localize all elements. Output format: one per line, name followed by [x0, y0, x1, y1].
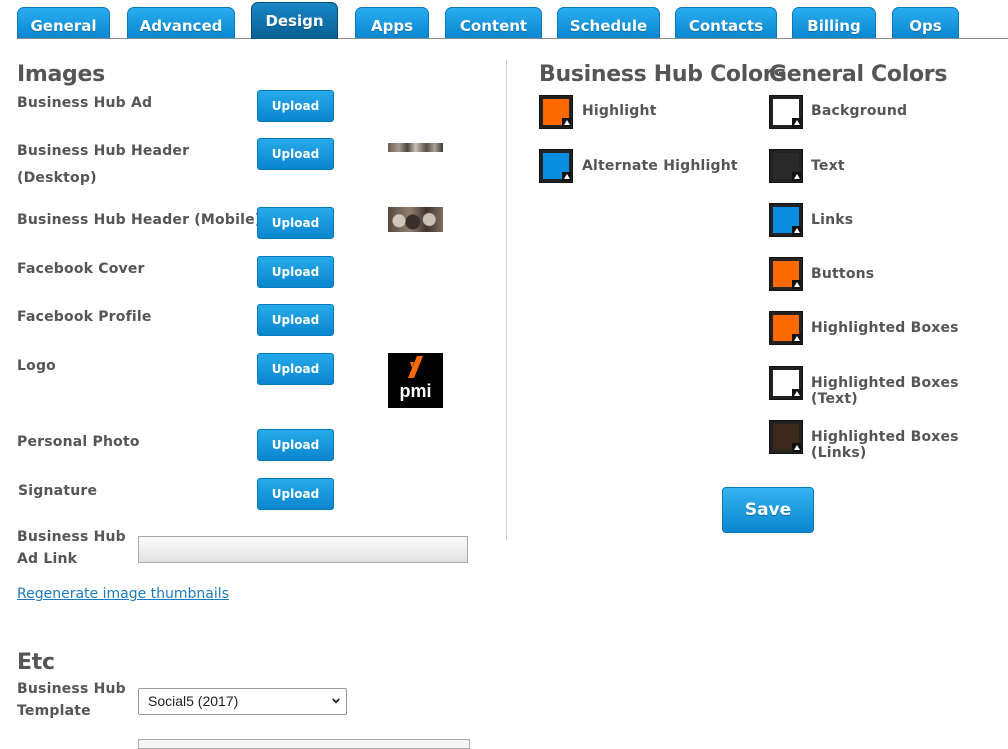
highlighted-boxes-text-color-swatch[interactable] [769, 366, 803, 400]
triangle-up-icon [794, 174, 800, 179]
pmi-logo-icon [408, 356, 423, 378]
highlighted-boxes-links-color-label: Highlighted Boxes (Links) [811, 429, 959, 461]
swatch-corner [792, 226, 801, 235]
background-color-label: Background [811, 103, 908, 119]
template-select[interactable]: Social5 (2017) [138, 688, 347, 715]
swatch-corner [792, 443, 801, 452]
triangle-up-icon [564, 120, 570, 125]
triangle-up-icon [794, 282, 800, 287]
triangle-up-icon [794, 391, 800, 396]
template-selected-value: Social5 (2017) [148, 693, 239, 709]
highlighted-boxes-color-label: Highlighted Boxes [811, 320, 959, 336]
tab-advanced[interactable]: Advanced [127, 7, 235, 38]
logo-text: pmi [399, 381, 432, 401]
triangle-up-icon [794, 336, 800, 341]
buttons-color-label: Buttons [811, 266, 875, 282]
etc-heading: Etc [17, 650, 55, 675]
header-desktop-thumbnail [388, 143, 443, 152]
label-line: Template [17, 703, 91, 719]
signature-label: Signature [18, 483, 98, 499]
label-line: Business Hub [17, 529, 126, 545]
business-hub-header-desktop-label: Business Hub Header (Desktop) [17, 140, 189, 189]
facebook-profile-label: Facebook Profile [17, 309, 152, 325]
general-colors-heading: General Colors [769, 62, 948, 87]
swatch-corner [792, 389, 801, 398]
images-heading: Images [17, 62, 105, 87]
tab-contacts[interactable]: Contacts [675, 7, 777, 38]
label-line: Business Hub [17, 681, 126, 697]
highlighted-boxes-text-color-label: Highlighted Boxes (Text) [811, 375, 959, 407]
upload-personal-photo-button[interactable]: Upload [257, 429, 334, 461]
upload-signature-button[interactable]: Upload [257, 478, 334, 510]
upload-logo-button[interactable]: Upload [257, 353, 334, 385]
personal-photo-label: Personal Photo [17, 434, 140, 450]
swatch-corner [562, 172, 571, 181]
chevron-down-icon [332, 698, 340, 704]
tab-ops[interactable]: Ops [892, 7, 959, 38]
swatch-corner [792, 280, 801, 289]
links-color-swatch[interactable] [769, 203, 803, 237]
next-field-input[interactable] [138, 739, 470, 749]
header-mobile-thumbnail [388, 207, 443, 232]
text-color-label: Text [811, 158, 845, 174]
template-label: Business Hub Template [17, 678, 126, 722]
tab-bar: General Advanced Design Apps Content Sch… [0, 0, 1008, 40]
save-button[interactable]: Save [722, 487, 814, 533]
regenerate-thumbnails-link[interactable]: Regenerate image thumbnails [17, 586, 229, 602]
highlighted-boxes-color-swatch[interactable] [769, 311, 803, 345]
hub-colors-heading: Business Hub Colors [539, 62, 787, 87]
background-color-swatch[interactable] [769, 95, 803, 129]
label-line: (Desktop) [17, 170, 97, 186]
swatch-corner [792, 172, 801, 181]
alternate-highlight-color-label: Alternate Highlight [582, 158, 738, 174]
text-color-swatch[interactable] [769, 149, 803, 183]
triangle-up-icon [564, 174, 570, 179]
column-divider [506, 60, 507, 540]
triangle-up-icon [794, 445, 800, 450]
tab-design[interactable]: Design [251, 2, 338, 39]
tab-content[interactable]: Content [445, 7, 542, 38]
buttons-color-swatch[interactable] [769, 257, 803, 291]
ad-link-input[interactable] [138, 536, 468, 563]
label-line: Business Hub Header [17, 143, 190, 159]
upload-facebook-cover-button[interactable]: Upload [257, 256, 334, 288]
business-hub-ad-label: Business Hub Ad [17, 95, 153, 111]
triangle-up-icon [794, 228, 800, 233]
upload-business-hub-header-desktop-button[interactable]: Upload [257, 138, 334, 170]
label-line: Ad Link [17, 551, 78, 567]
links-color-label: Links [811, 212, 854, 228]
tab-general[interactable]: General [17, 7, 110, 38]
logo-label: Logo [17, 358, 56, 374]
highlight-color-swatch[interactable] [539, 95, 573, 129]
triangle-up-icon [794, 120, 800, 125]
upload-business-hub-header-mobile-button[interactable]: Upload [257, 207, 334, 239]
logo-thumbnail: pmi [388, 353, 443, 408]
highlighted-boxes-links-color-swatch[interactable] [769, 420, 803, 454]
swatch-corner [792, 334, 801, 343]
upload-facebook-profile-button[interactable]: Upload [257, 304, 334, 336]
business-hub-header-mobile-label: Business Hub Header (Mobile) [17, 212, 262, 228]
tab-billing[interactable]: Billing [792, 7, 876, 38]
ad-link-label: Business Hub Ad Link [17, 526, 126, 570]
alternate-highlight-color-swatch[interactable] [539, 149, 573, 183]
tab-apps[interactable]: Apps [355, 7, 429, 38]
swatch-corner [562, 118, 571, 127]
facebook-cover-label: Facebook Cover [17, 261, 145, 277]
upload-business-hub-ad-button[interactable]: Upload [257, 90, 334, 122]
swatch-corner [792, 118, 801, 127]
highlight-color-label: Highlight [582, 103, 657, 119]
tab-schedule[interactable]: Schedule [557, 7, 660, 38]
